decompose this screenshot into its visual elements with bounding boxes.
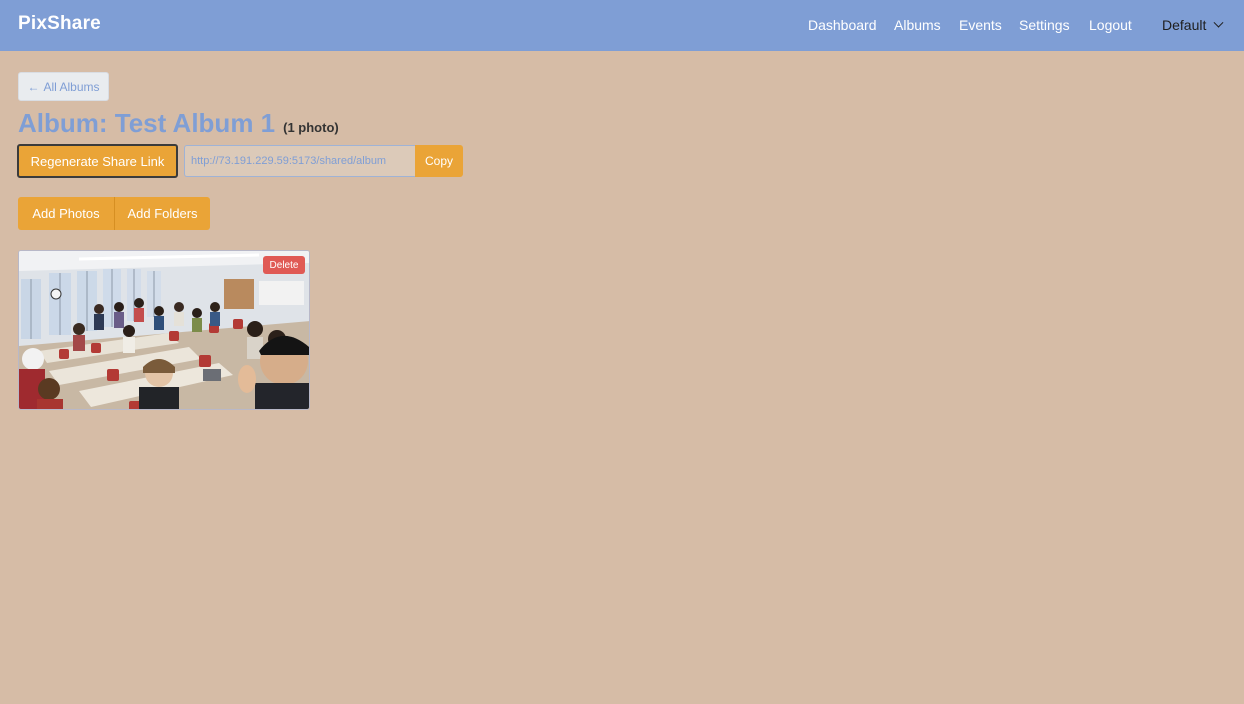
page-title: Album: Test Album 1 (18, 108, 276, 138)
nav-albums[interactable]: Albums (894, 17, 941, 33)
group-classroom-photo (19, 251, 309, 409)
nav-events[interactable]: Events (959, 17, 1002, 33)
photo-count: (1 photo) (283, 120, 339, 135)
theme-select-value: Default (1162, 17, 1207, 33)
nav-dashboard[interactable]: Dashboard (808, 17, 877, 33)
regenerate-share-link-button[interactable]: Regenerate Share Link (17, 144, 178, 178)
share-link-field[interactable] (184, 145, 415, 177)
add-button-group: Add Photos Add Folders (18, 197, 210, 230)
arrow-left-icon: ← (27, 79, 40, 94)
brand-logo[interactable]: PixShare (18, 13, 101, 35)
back-label: All Albums (43, 79, 100, 94)
nav-settings[interactable]: Settings (1019, 17, 1070, 33)
photo-card[interactable]: Delete (18, 250, 310, 410)
chevron-down-icon (1213, 17, 1224, 28)
theme-select[interactable]: Default (1162, 17, 1224, 33)
back-to-albums-button[interactable]: ← All Albums (18, 72, 109, 101)
top-nav-bar: PixShare Dashboard Albums Events Setting… (0, 0, 1244, 51)
add-photos-button[interactable]: Add Photos (18, 197, 115, 230)
add-folders-button[interactable]: Add Folders (115, 197, 210, 230)
delete-photo-button[interactable]: Delete (263, 256, 305, 274)
nav-logout[interactable]: Logout (1089, 17, 1132, 33)
copy-button[interactable]: Copy (415, 145, 463, 177)
album-header: Album: Test Album 1 (1 photo) (18, 108, 339, 139)
